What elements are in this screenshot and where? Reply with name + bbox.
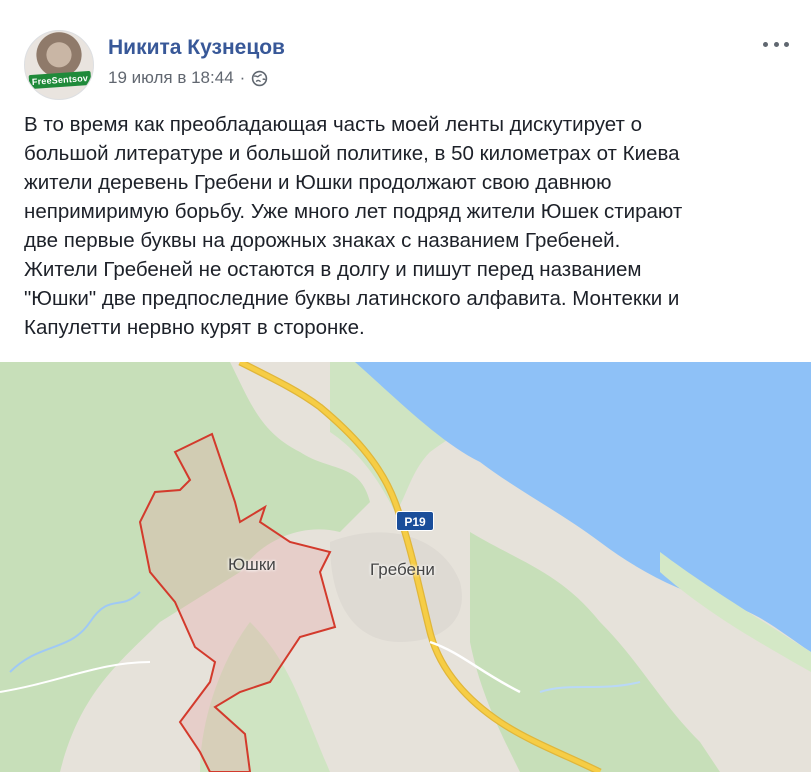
- post-meta: 19 июля в 18:44 ·: [108, 68, 268, 88]
- post-timestamp[interactable]: 19 июля в 18:44: [108, 68, 234, 88]
- post-text-line: две первые буквы на дорожных знаках с на…: [24, 229, 621, 252]
- map-label-yushky: Юшки: [228, 555, 276, 574]
- more-options-button[interactable]: [763, 36, 789, 52]
- road-shield-p19: Р19: [396, 511, 434, 531]
- map-label-grebeni: Гребени: [370, 560, 435, 579]
- post-text-line: большой литературе и большой политике, в…: [24, 142, 680, 165]
- post-header: FreeSentsov Никита Кузнецов 19 июля в 18…: [24, 22, 789, 102]
- post-text-line: "Юшки" две предпоследние буквы латинског…: [24, 287, 680, 310]
- meta-separator: ·: [239, 68, 246, 87]
- facebook-post: FreeSentsov Никита Кузнецов 19 июля в 18…: [0, 0, 811, 772]
- more-dots-icon: [763, 41, 768, 47]
- map-image[interactable]: Р19 Юшки Гребени: [0, 362, 811, 772]
- post-text-line: В то время как преобладающая часть моей …: [24, 113, 642, 136]
- author-avatar[interactable]: FreeSentsov: [24, 30, 94, 100]
- post-body: В то время как преобладающая часть моей …: [24, 110, 794, 342]
- post-text-line: Капулетти нервно курят в сторонке.: [24, 316, 365, 339]
- globe-icon[interactable]: [251, 70, 268, 87]
- post-text-line: жители деревень Гребени и Юшки продолжаю…: [24, 171, 612, 194]
- post-text-line: Жители Гребеней не остаются в долгу и пи…: [24, 258, 642, 281]
- post-text-line: непримиримую борьбу. Уже много лет подря…: [24, 200, 683, 223]
- author-name-link[interactable]: Никита Кузнецов: [108, 36, 285, 60]
- avatar-badge: FreeSentsov: [28, 70, 92, 90]
